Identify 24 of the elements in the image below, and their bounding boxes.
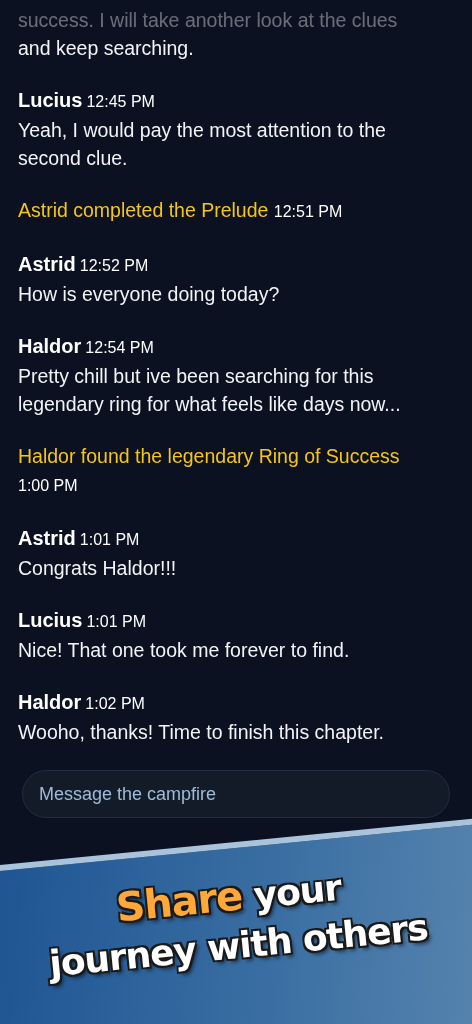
timestamp: 1:01 PM: [86, 613, 147, 630]
message-text: How is everyone doing today?: [18, 282, 281, 307]
author-name: Lucius: [18, 89, 83, 111]
message-text: Nice! That one took me forever to find.: [18, 638, 351, 663]
timestamp: 1:00 PM: [18, 476, 78, 496]
message-text: Yeah, I would pay the most attention to the second clue.: [18, 118, 387, 171]
message-text: Congrats Haldor!!!: [18, 556, 178, 581]
author-name: Astrid: [18, 527, 76, 549]
message-text: Wooho, thanks! Time to finish this chapter.: [18, 720, 385, 745]
timestamp: 12:52 PM: [79, 257, 149, 274]
event-text: Haldor found the legendary Ring of Success: [18, 445, 400, 467]
timestamp: 1:01 PM: [79, 531, 140, 548]
message-text: Pretty chill but ive been searching for this legendary ring for what feels like days now...: [18, 364, 402, 417]
timestamp: 12:51 PM: [273, 202, 343, 222]
author-name: Haldor: [18, 691, 82, 713]
author-name: Haldor: [18, 335, 82, 357]
author-name: Lucius: [18, 609, 83, 631]
timestamp: 1:02 PM: [85, 695, 145, 712]
event-text: Astrid completed the Prelude: [18, 199, 269, 221]
message-field[interactable]: Message the campfire: [22, 770, 450, 818]
author-name: Astrid: [18, 253, 76, 275]
message-text: success. I will take another look at the clues and keep searching.: [18, 8, 399, 61]
timestamp: 12:54 PM: [85, 339, 154, 356]
timestamp: 12:45 PM: [86, 93, 155, 110]
